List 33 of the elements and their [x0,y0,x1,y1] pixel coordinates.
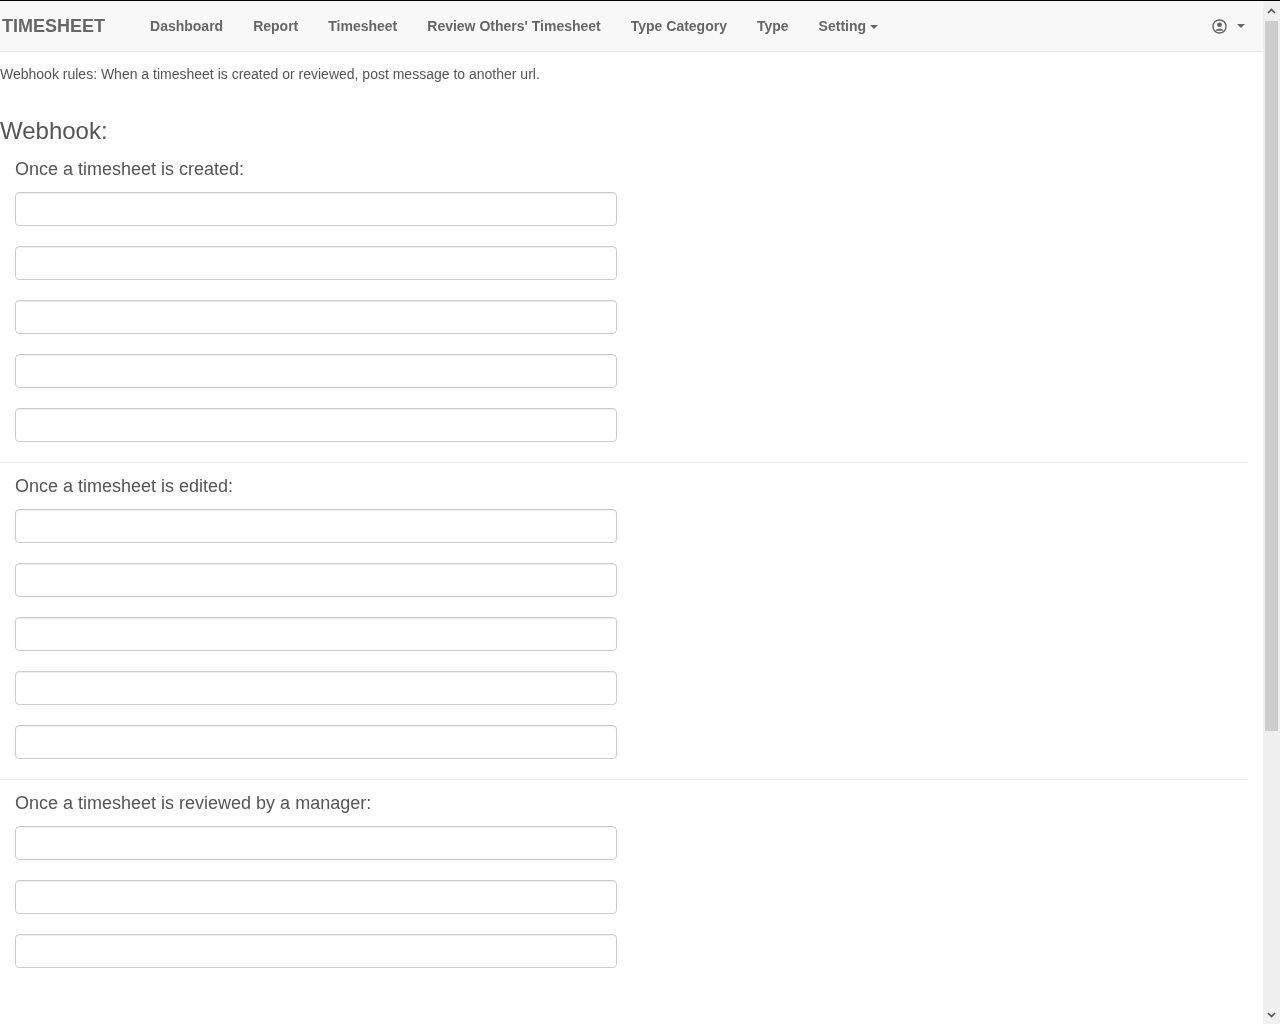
url-input-field[interactable] [15,508,617,543]
nav-link[interactable]: Type [741,15,804,37]
url-input-field[interactable] [15,353,617,388]
scroll-down-icon[interactable] [1267,1012,1276,1018]
url-input-field[interactable] [15,191,617,226]
scrollbar-thumb[interactable] [1265,21,1278,731]
field-label: Once a timesheet is created: [15,157,246,181]
url-input-field[interactable] [15,670,617,705]
url-input-field[interactable] [15,562,617,597]
url-input-field[interactable] [15,245,617,280]
nav-link[interactable]: Report [238,15,314,37]
nav-link[interactable]: Type Category [615,15,742,37]
caret-icon [1237,24,1245,28]
url-input-field[interactable] [15,879,617,914]
caret-icon [870,24,879,29]
url-input-field[interactable] [15,299,617,334]
url-input-field[interactable] [15,825,617,860]
intro-text: Webhook rules: When a timesheet is created or reviewed, post message to another url. [0,65,541,84]
section-heading: Webhook: [0,117,109,146]
url-input-field[interactable] [15,933,617,968]
user-icon [1212,18,1227,34]
nav-link[interactable]: Dashboard [135,15,239,37]
nav-link[interactable]: Review Others' Timesheet [412,15,616,37]
url-input-field[interactable] [15,407,617,442]
nav-link[interactable]: Timesheet [313,15,413,37]
user-menu-button[interactable] [1210,16,1247,36]
url-input-field[interactable] [15,616,617,651]
field-label: Once a timesheet is reviewed by a manager: [15,791,373,815]
field-label: Once a timesheet is edited: [15,474,235,498]
scroll-up-icon[interactable] [1267,8,1276,14]
url-input-field[interactable] [15,724,617,759]
brand-link[interactable]: TIMESHEET [0,12,135,40]
nav-dropdown[interactable]: Setting [803,15,894,37]
